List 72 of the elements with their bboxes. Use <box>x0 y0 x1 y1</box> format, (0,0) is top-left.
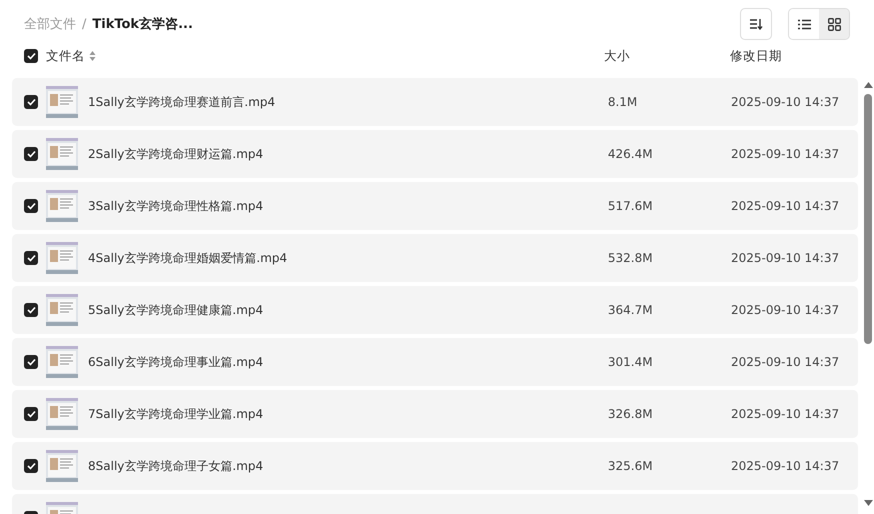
modified-date: 2025-09-10 14:37 <box>730 303 840 317</box>
row-checkbox[interactable] <box>24 251 38 265</box>
select-all-checkbox[interactable] <box>24 49 38 63</box>
scroll-up-icon[interactable] <box>864 82 872 88</box>
check-icon <box>26 202 36 210</box>
file-name: 3Sally玄学跨境命理性格篇.mp4 <box>88 198 264 214</box>
file-row[interactable]: 2Sally玄学跨境命理财运篇.mp4 426.4M 2025-09-10 14:37 <box>12 130 858 178</box>
list-view-button[interactable] <box>789 9 819 39</box>
check-icon <box>26 358 36 366</box>
check-icon <box>26 98 36 106</box>
file-name: 5Sally玄学跨境命理健康篇.mp4 <box>88 302 264 318</box>
column-header[interactable]: 修改日期 <box>730 48 860 64</box>
video-thumbnail <box>46 86 78 118</box>
row-checkbox[interactable] <box>24 95 38 109</box>
file-size: 301.4M <box>608 355 654 369</box>
file-size: 326.8M <box>608 407 654 421</box>
file-row[interactable]: 5Sally玄学跨境命理健康篇.mp4 364.7M 2025-09-10 14:37 <box>12 286 858 334</box>
check-icon <box>26 306 36 314</box>
column-header[interactable]: 大小 <box>604 48 730 64</box>
file-name: 1Sally玄学跨境命理赛道前言.mp4 <box>88 94 276 110</box>
sort-arrows-icon[interactable] <box>89 50 96 62</box>
file-row[interactable]: 3Sally玄学跨境命理性格篇.mp4 517.6M 2025-09-10 14:37 <box>12 182 858 230</box>
video-thumbnail <box>46 242 78 274</box>
video-thumbnail <box>46 346 78 378</box>
modified-date: 2025-09-10 14:37 <box>730 407 840 421</box>
file-row[interactable]: 4Sally玄学跨境命理婚姻爱情篇.mp4 532.8M 2025-09-10 14:37 <box>12 234 858 282</box>
row-checkbox[interactable] <box>24 303 38 317</box>
modified-date: 2025-09-10 14:37 <box>730 251 840 265</box>
video-thumbnail <box>46 398 78 430</box>
modified-date: 2025-09-10 14:37 <box>730 355 840 369</box>
modified-date: 2025-09-10 14:37 <box>730 459 840 473</box>
check-icon <box>26 410 36 418</box>
file-size: 364.7M <box>608 303 654 317</box>
modified-date: 2025-09-10 14:37 <box>730 199 840 213</box>
file-name: 8Sally玄学跨境命理子女篇.mp4 <box>88 458 264 474</box>
file-size: 426.4M <box>608 147 654 161</box>
file-name: 6Sally玄学跨境命理事业篇.mp4 <box>88 354 264 370</box>
row-checkbox[interactable] <box>24 147 38 161</box>
file-size: 517.6M <box>608 199 654 213</box>
breadcrumb-separator: / <box>82 16 86 32</box>
file-name: 4Sally玄学跨境命理婚姻爱情篇.mp4 <box>88 250 288 266</box>
file-name: 7Sally玄学跨境命理学业篇.mp4 <box>88 406 264 422</box>
row-checkbox[interactable] <box>24 459 38 473</box>
row-checkbox[interactable] <box>24 199 38 213</box>
file-name: 2Sally玄学跨境命理财运篇.mp4 <box>88 146 264 162</box>
row-checkbox[interactable] <box>24 407 38 421</box>
file-size: 325.6M <box>608 459 654 473</box>
scrollbar-thumb[interactable] <box>864 94 872 344</box>
check-icon <box>26 254 36 262</box>
check-icon <box>26 462 36 470</box>
file-row[interactable]: 6Sally玄学跨境命理事业篇.mp4 301.4M 2025-09-10 14:37 <box>12 338 858 386</box>
video-thumbnail <box>46 294 78 326</box>
grid-icon <box>828 18 840 30</box>
file-size: 532.8M <box>608 251 654 265</box>
file-row[interactable]: 8Sally玄学跨境命理子女篇.mp4 325.6M 2025-09-10 14:37 <box>12 442 858 490</box>
scroll-down-icon[interactable] <box>864 500 872 506</box>
modified-date: 2025-09-10 14:37 <box>730 95 840 109</box>
sort-icon <box>749 18 763 30</box>
list-icon <box>798 18 810 30</box>
row-checkbox[interactable] <box>24 355 38 369</box>
video-thumbnail <box>46 450 78 482</box>
check-icon <box>26 150 36 158</box>
modified-date: 2025-09-10 14:37 <box>730 147 840 161</box>
file-size: 8.1M <box>608 95 638 109</box>
video-thumbnail <box>46 138 78 170</box>
file-row[interactable]: 7Sally玄学跨境命理学业篇.mp4 326.8M 2025-09-10 14:37 <box>12 390 858 438</box>
file-row[interactable]: 1Sally玄学跨境命理赛道前言.mp4 8.1M 2025-09-10 14:37 <box>12 78 858 126</box>
breadcrumb-link[interactable]: TikTok玄学咨... <box>92 15 193 33</box>
sort-button[interactable] <box>740 8 772 40</box>
column-header[interactable]: 文件名 <box>46 48 85 64</box>
video-thumbnail <box>46 190 78 222</box>
check-icon <box>26 52 36 60</box>
